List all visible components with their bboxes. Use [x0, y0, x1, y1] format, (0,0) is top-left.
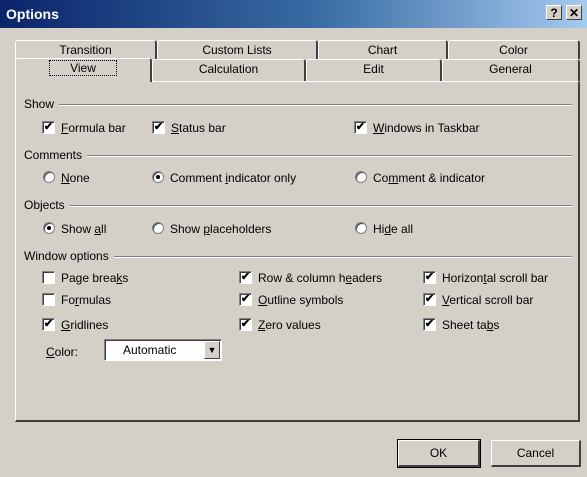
tab-label: Chart	[367, 43, 398, 57]
checkbox-box[interactable]	[42, 271, 55, 284]
tab-label: Custom Lists	[202, 43, 272, 57]
radio-circle[interactable]	[355, 171, 367, 183]
checkbox-box[interactable]	[42, 293, 55, 306]
checkbox-box[interactable]: ✔	[42, 121, 55, 134]
view-tab-panel: Show ✔ Formula bar ✔ Status bar ✔ Window…	[15, 81, 580, 422]
checkbox-box[interactable]: ✔	[423, 293, 436, 306]
color-select[interactable]: Automatic ▼	[104, 339, 222, 361]
tab-label: Transition	[59, 43, 112, 57]
checkbox-box[interactable]: ✔	[42, 318, 55, 331]
tab-transition[interactable]: Transition	[15, 40, 157, 59]
tab-label: General	[489, 62, 532, 76]
objects-group: Objects	[24, 198, 572, 212]
color-select-value: Automatic	[123, 343, 177, 357]
help-button[interactable]: ?	[546, 5, 562, 20]
radio-circle[interactable]	[43, 222, 55, 234]
checkbox-box[interactable]: ✔	[239, 318, 252, 331]
checkbox-box[interactable]: ✔	[239, 271, 252, 284]
tab-view[interactable]: View	[15, 58, 152, 82]
comments-group-label: Comments	[24, 148, 88, 162]
dropdown-arrow-icon[interactable]: ▼	[204, 341, 220, 359]
window-options-group-label: Window options	[24, 249, 114, 263]
comments-group: Comments	[24, 148, 572, 162]
checkbox-box[interactable]: ✔	[423, 318, 436, 331]
tab-edit[interactable]: Edit	[306, 59, 442, 81]
objects-group-label: Objects	[24, 198, 70, 212]
radio-circle[interactable]	[355, 222, 367, 234]
tab-chart[interactable]: Chart	[318, 40, 448, 59]
title-bar: Options ? ✕	[0, 0, 587, 28]
show-group: Show	[24, 97, 572, 111]
radio-circle[interactable]	[152, 171, 164, 183]
tab-calculation[interactable]: Calculation	[152, 59, 306, 81]
checkbox-box[interactable]: ✔	[423, 271, 436, 284]
tab-label: Calculation	[198, 62, 259, 76]
checkbox-box[interactable]: ✔	[354, 121, 367, 134]
tab-general[interactable]: General	[442, 59, 580, 81]
tab-label: Color	[499, 43, 528, 57]
tab-label: Edit	[363, 62, 384, 76]
ok-button[interactable]: OK	[397, 439, 481, 468]
close-button[interactable]: ✕	[566, 5, 582, 20]
window-options-group: Window options	[24, 249, 572, 263]
cancel-button[interactable]: Cancel	[491, 440, 581, 467]
checkbox-box[interactable]: ✔	[239, 293, 252, 306]
radio-circle[interactable]	[152, 222, 164, 234]
checkbox-box[interactable]: ✔	[152, 121, 165, 134]
color-label: Color:	[46, 345, 79, 359]
tab-label: View	[49, 60, 117, 76]
window-title: Options	[6, 6, 59, 22]
tab-color[interactable]: Color	[448, 40, 580, 59]
radio-circle[interactable]	[43, 171, 55, 183]
tab-custom-lists[interactable]: Custom Lists	[157, 40, 318, 59]
show-group-label: Show	[24, 97, 60, 111]
